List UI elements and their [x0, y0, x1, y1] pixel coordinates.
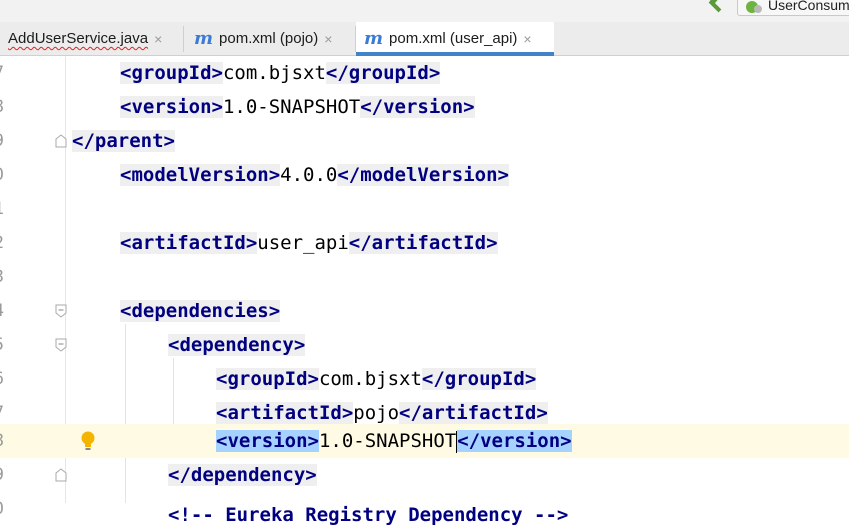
code-line: 0 <!-- Eureka Registry Dependency -->: [0, 492, 849, 526]
close-icon[interactable]: ×: [154, 31, 162, 47]
hammer-icon[interactable]: [700, 0, 726, 16]
close-icon[interactable]: ×: [523, 31, 531, 47]
code-text: <groupId>com.bjsxt</groupId>: [216, 368, 537, 390]
code-line: 9 </dependency>: [0, 458, 849, 492]
run-configuration-selector[interactable]: UserConsum: [737, 0, 849, 16]
fold-start-icon[interactable]: [55, 304, 67, 318]
maven-icon: m: [194, 28, 214, 49]
code-line: 5 <dependency>: [0, 328, 849, 362]
code-text: </dependency>: [168, 464, 317, 486]
line-number: 9: [0, 458, 14, 492]
intention-bulb-icon[interactable]: [80, 430, 96, 452]
line-number: 7: [0, 56, 14, 90]
fold-end-icon[interactable]: [55, 468, 67, 482]
code-line-current: 8 <version>1.0-SNAPSHOT</version>: [0, 424, 849, 458]
close-icon[interactable]: ×: [324, 31, 332, 47]
code-line: 6 <groupId>com.bjsxt</groupId>: [0, 362, 849, 396]
line-number: 3: [0, 260, 14, 294]
code-text: <artifactId>user_api</artifactId>: [120, 232, 498, 254]
line-number: 6: [0, 362, 14, 396]
code-line: 8 <version>1.0-SNAPSHOT</version>: [0, 90, 849, 124]
fold-end-icon[interactable]: [55, 134, 67, 148]
tab-separator: [183, 26, 184, 52]
line-number: 8: [0, 424, 14, 458]
line-number: 0: [0, 158, 14, 192]
code-line: 1: [0, 192, 849, 226]
editor-tab-bar: AddUserService.java × m pom.xml (pojo) ×…: [0, 22, 849, 56]
line-number: 4: [0, 294, 14, 328]
code-line: 7 <groupId>com.bjsxt</groupId>: [0, 56, 849, 90]
code-line: 4 <dependencies>: [0, 294, 849, 328]
tab-adduserservice[interactable]: AddUserService.java ×: [4, 22, 182, 55]
line-number: 8: [0, 90, 14, 124]
code-text: <groupId>com.bjsxt</groupId>: [120, 62, 441, 84]
code-text: <version>1.0-SNAPSHOT</version>: [120, 96, 475, 118]
spring-boot-icon: [746, 1, 762, 13]
run-configuration-label: UserConsum: [768, 0, 849, 13]
code-text: <modelVersion>4.0.0</modelVersion>: [120, 164, 509, 186]
tab-label: AddUserService.java: [8, 30, 149, 47]
code-text: <!-- Eureka Registry Dependency -->: [168, 504, 569, 526]
code-text: <dependency>: [168, 334, 306, 356]
fold-start-icon[interactable]: [55, 338, 67, 352]
tab-pom-user-api[interactable]: m pom.xml (user_api) ×: [356, 22, 554, 56]
code-line: 0 <modelVersion>4.0.0</modelVersion>: [0, 158, 849, 192]
tab-label: pom.xml (pojo): [219, 30, 319, 47]
top-toolbar: UserConsum: [0, 0, 849, 22]
code-text: <version>1.0-SNAPSHOT</version>: [216, 430, 572, 453]
line-number: 0: [0, 492, 14, 526]
line-number: 9: [0, 124, 14, 158]
line-number: 5: [0, 328, 14, 362]
line-number: 1: [0, 192, 14, 226]
line-number: 2: [0, 226, 14, 260]
code-line: 2 <artifactId>user_api</artifactId>: [0, 226, 849, 260]
code-text: </parent>: [72, 130, 175, 152]
maven-icon: m: [364, 28, 384, 49]
tab-label: pom.xml (user_api): [389, 30, 518, 47]
tab-pom-pojo[interactable]: m pom.xml (pojo) ×: [186, 22, 354, 55]
code-line: 3: [0, 260, 849, 294]
code-line: 9 </parent>: [0, 124, 849, 158]
code-text: <dependencies>: [120, 300, 281, 322]
code-editor[interactable]: 7 <groupId>com.bjsxt</groupId> 8 <versio…: [0, 56, 849, 526]
